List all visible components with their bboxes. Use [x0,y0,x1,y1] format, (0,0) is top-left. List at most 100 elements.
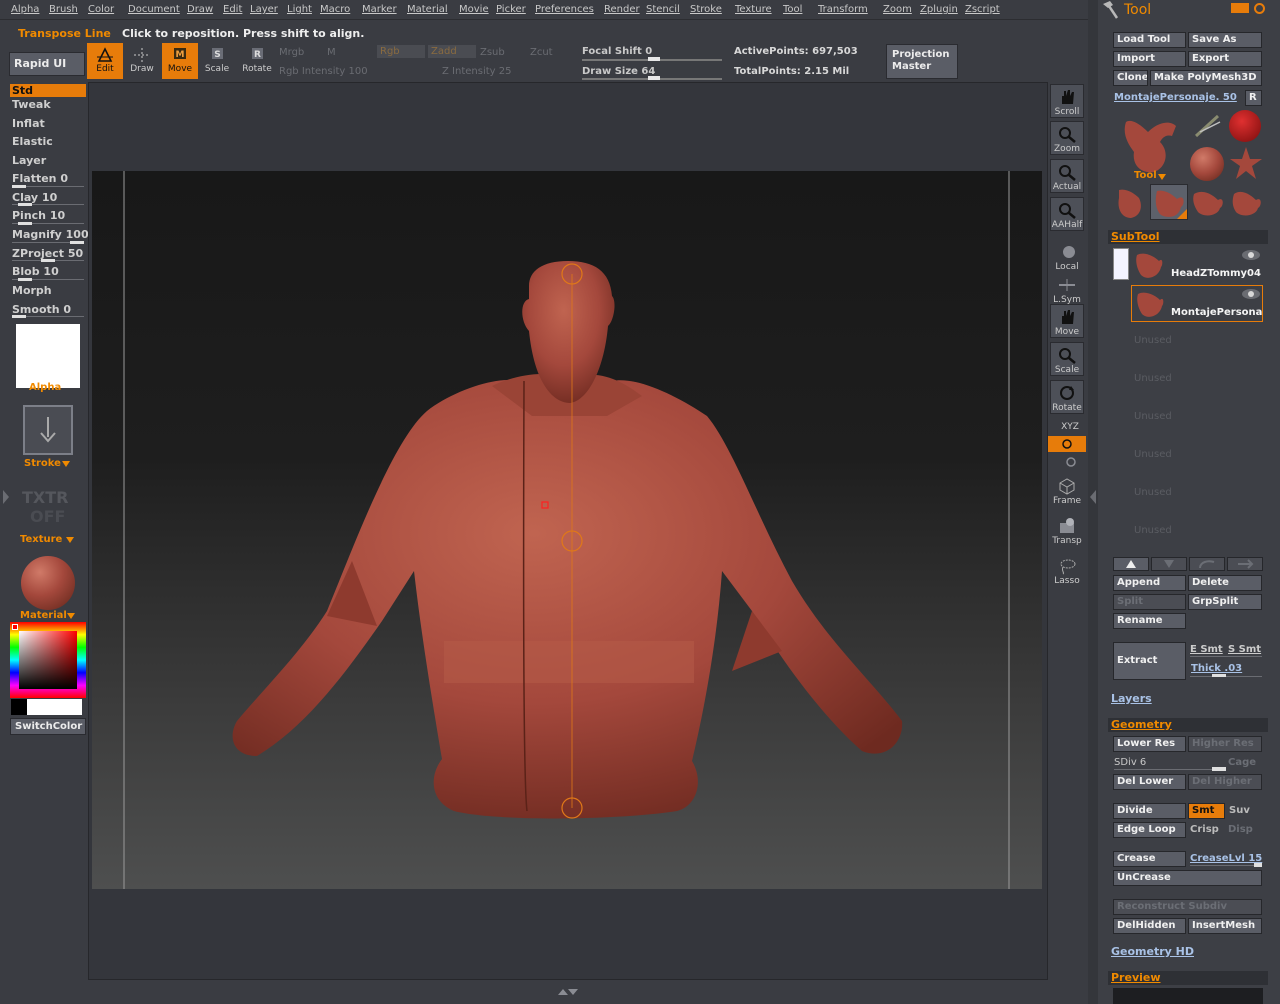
preview-canvas[interactable] [1113,988,1263,1004]
rotate-z-icon[interactable] [1064,456,1078,468]
menu-stencil[interactable]: Stencil [646,4,680,15]
z-intensity-slider[interactable]: Z Intensity 25 [442,66,511,77]
main-color-swatch[interactable] [27,699,82,715]
subtool-item-2-selected[interactable]: MontajePersona [1131,285,1263,322]
brush-inflat[interactable]: Inflat [12,117,45,130]
menu-document[interactable]: Document [128,4,180,15]
menu-layer[interactable]: Layer [250,4,278,15]
brush-layer[interactable]: Layer [12,154,46,167]
save-as-button[interactable]: Save As [1188,32,1262,48]
pinch-slider[interactable] [12,222,84,225]
mrgb-button[interactable]: Mrgb [279,47,304,58]
projection-master-button[interactable]: Projection Master [886,44,958,79]
creaselvl-slider-knob[interactable] [1254,863,1262,867]
menu-stroke[interactable]: Stroke [690,4,722,15]
load-tool-button[interactable]: Load Tool [1113,32,1186,48]
texture-txtr[interactable]: TXTR [22,488,68,507]
edit-mode-button[interactable]: Edit [87,43,123,79]
alpha-thumbnail[interactable] [16,324,80,388]
tool-thumbnail-main[interactable] [1114,112,1186,176]
export-button[interactable]: Export [1188,51,1262,67]
bottom-tray-arrows-icon[interactable] [556,988,580,996]
rgb-button[interactable]: Rgb [377,45,425,58]
menu-transform[interactable]: Transform [818,4,868,15]
aahalf-button[interactable]: AAHalf [1050,197,1084,231]
zproject-slider-knob[interactable] [41,259,55,262]
tool-r-button[interactable]: R [1245,90,1262,106]
subtool-move-down-button[interactable] [1151,557,1187,571]
m-button[interactable]: M [327,47,336,58]
make-polymesh3d-button[interactable]: Make PolyMesh3D [1150,70,1262,86]
thick-slider[interactable]: Thick .03 [1191,663,1242,674]
lasso-button[interactable]: Lasso [1050,554,1084,588]
pinch-slider-knob[interactable] [18,222,32,225]
rotate-mode-button[interactable]: R Rotate [239,43,275,79]
split-button[interactable]: Split [1113,594,1186,610]
color-picker-marker[interactable] [12,624,18,630]
e-smt-toggle[interactable]: E Smt [1190,644,1223,655]
tray-collapse-icon[interactable] [1089,490,1097,504]
brush-elastic[interactable]: Elastic [12,135,53,148]
extract-button[interactable]: Extract [1113,642,1186,680]
tool-thumb-4[interactable] [1228,184,1264,220]
focal-shift-slider[interactable]: Focal Shift 0 [582,46,652,57]
clone-button[interactable]: Clone [1113,70,1148,86]
sdiv-slider-knob[interactable] [1212,767,1226,771]
menu-light[interactable]: Light [287,4,312,15]
stroke-thumbnail[interactable] [23,405,73,455]
draw-size-slider[interactable]: Draw Size 64 [582,66,655,77]
sculpt-model[interactable] [92,171,1042,889]
flatten-slider-knob[interactable] [12,185,26,188]
crisp-toggle[interactable]: Crisp [1190,824,1219,835]
geometry-header[interactable]: Geometry [1108,718,1268,732]
subtool-item-1[interactable]: HeadZTommy04 [1131,247,1263,283]
grpsplit-button[interactable]: GrpSplit [1188,594,1262,610]
suv-toggle[interactable]: Suv [1229,805,1250,816]
secondary-color-swatch[interactable] [11,699,27,715]
menu-texture[interactable]: Texture [735,4,772,15]
menu-picker[interactable]: Picker [496,4,526,15]
subtool-move-up-button[interactable] [1113,557,1149,571]
menu-zscript[interactable]: Zscript [965,4,1000,15]
move-view-button[interactable]: Move [1050,304,1084,338]
switch-color-button[interactable]: SwitchColor [10,718,86,735]
edge-loop-button[interactable]: Edge Loop [1113,822,1186,838]
zadd-button[interactable]: Zadd [428,45,476,58]
menu-movie[interactable]: Movie [459,4,489,15]
rapid-ui-button[interactable]: Rapid UI [9,52,85,76]
alpha-label[interactable]: Alpha [29,382,61,393]
tray-divider[interactable] [1088,0,1098,1004]
menu-zplugin[interactable]: Zplugin [920,4,958,15]
current-tool-slider[interactable]: MontajePersonaje. 50 [1114,92,1237,103]
import-button[interactable]: Import [1113,51,1186,67]
magnify-slider-knob[interactable] [70,241,84,244]
del-higher-button[interactable]: Del Higher [1188,774,1262,790]
geometry-hd-section-header[interactable]: Geometry HD [1111,945,1194,958]
zproject-slider[interactable] [12,259,84,262]
subtool-prev-button[interactable] [1189,557,1225,571]
move-mode-button[interactable]: M Move [162,43,198,79]
subtool-slot-unused-2[interactable]: Unused [1134,373,1172,384]
clay-slider[interactable] [12,203,84,206]
delhidden-button[interactable]: DelHidden [1113,918,1186,934]
disp-toggle[interactable]: Disp [1228,824,1253,835]
subtool-list-scrollbar[interactable] [1113,248,1129,280]
brush-pinch[interactable]: Pinch 10 [12,209,65,222]
insertmesh-button[interactable]: InsertMesh [1188,918,1262,934]
smooth-slider[interactable] [12,315,84,318]
menu-edit[interactable]: Edit [223,4,242,15]
subtool-1-visibility-eye-icon[interactable] [1241,249,1261,261]
clay-slider-knob[interactable] [18,203,32,206]
draw-size-knob[interactable] [648,76,660,80]
menu-zoom[interactable]: Zoom [883,4,912,15]
higher-res-button[interactable]: Higher Res [1188,736,1262,752]
brush-magnify[interactable]: Magnify 100 [12,228,89,241]
reconstruct-subdiv-button[interactable]: Reconstruct Subdiv [1113,899,1262,915]
scale-view-button[interactable]: Scale [1050,342,1084,376]
menu-draw[interactable]: Draw [187,4,213,15]
cage-button[interactable]: Cage [1228,757,1256,768]
delete-button[interactable]: Delete [1188,575,1262,591]
menu-tool[interactable]: Tool [783,4,802,15]
menu-marker[interactable]: Marker [362,4,397,15]
material-sphere[interactable] [21,556,75,610]
